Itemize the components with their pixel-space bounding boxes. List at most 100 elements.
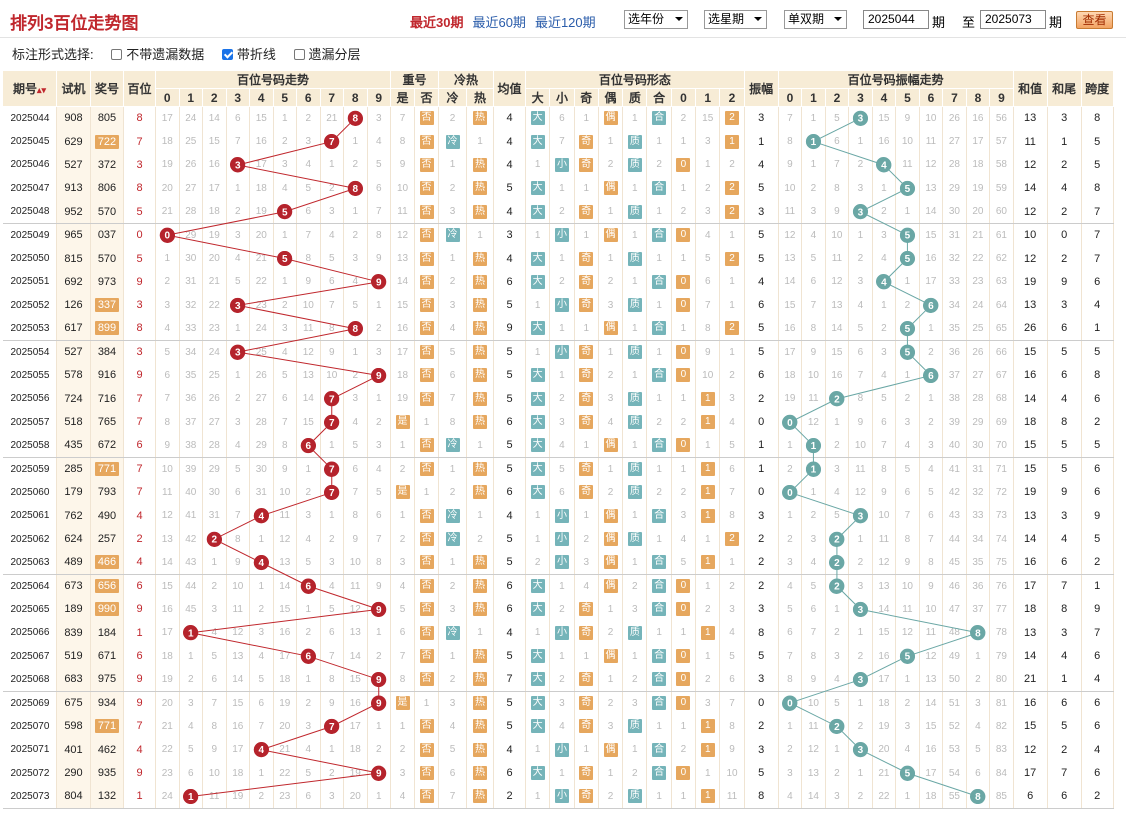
form-cell-7: 6 (695, 270, 721, 294)
week-select[interactable]: 选星期 (704, 10, 767, 29)
amp-trend-cell-5: 5 (895, 644, 920, 668)
form-cell-2: 奇 (574, 246, 599, 271)
period-link-120[interactable]: 最近120期 (535, 15, 596, 30)
sj-cell: 435 (56, 433, 91, 458)
checkbox-polyline[interactable] (221, 49, 233, 60)
trend-cell-5: 5 (273, 363, 297, 388)
trend-cell-6: 6 (296, 784, 321, 809)
from-period-input[interactable]: 2025044 (863, 10, 929, 29)
avg-cell: 4 (493, 200, 526, 224)
form-cell-8-mark: 1 (725, 134, 740, 149)
tail-cell: 6 (1047, 550, 1082, 575)
form-cell-0-mark: 大 (530, 766, 545, 781)
repeat-cell-0: 2 (390, 738, 415, 762)
trend-cell-1: 35 (179, 363, 203, 388)
sub-trend-digit-6: 6 (296, 88, 321, 107)
trend-cell-3: 3 (226, 223, 250, 247)
amp-trend-cell-6: 17 (919, 270, 944, 294)
amp-trend-cell-7: 44 (942, 527, 967, 551)
bw-cell: 4 (123, 550, 156, 575)
form-cell-8: 2 (719, 246, 745, 271)
amp-trend-cell-7: 35 (942, 317, 967, 341)
amp-trend-cell-1: 9 (801, 340, 826, 364)
amp-trend-cell-5-mark: 5 (899, 251, 915, 267)
option-no-missing[interactable]: 不带遗漏数据 (111, 47, 204, 62)
trend-cell-4: 22 (249, 270, 274, 294)
avg-cell: 9 (493, 317, 526, 341)
form-cell-7-mark: 1 (700, 415, 715, 430)
amp-trend-cell-3: 3 (848, 504, 873, 528)
amp-trend-cell-2-mark: 2 (829, 391, 845, 407)
hotcold-cell-0: 5 (438, 738, 467, 762)
query-button[interactable]: 查看 (1076, 11, 1113, 29)
amp-trend-cell-0: 18 (778, 363, 803, 388)
repeat-cell-0: 5 (390, 597, 415, 622)
jh-cell: 037 (90, 223, 124, 247)
trend-cell-0: 20 (155, 176, 180, 201)
trend-cell-0: 17 (155, 106, 180, 130)
trend-cell-7: 4 (320, 223, 344, 247)
form-cell-6: 1 (671, 621, 697, 645)
avg-cell: 5 (493, 550, 526, 575)
amp-trend-cell-5: 5 (895, 317, 920, 341)
form-cell-3: 1 (598, 667, 624, 692)
amp-trend-cell-9: 84 (989, 761, 1014, 785)
trend-cell-9: 2 (367, 738, 391, 762)
hotcold-cell-0: 5 (438, 340, 467, 364)
sub-trend-digit-0: 0 (155, 88, 180, 107)
hotcold-cell-1: 热 (466, 387, 494, 411)
to-period-input[interactable]: 2025073 (980, 10, 1046, 29)
trend-cell-8: 20 (343, 784, 368, 809)
repeat-cell-0: 是 (390, 410, 415, 434)
sum-cell: 17 (1013, 574, 1048, 598)
form-cell-7: 1 (695, 738, 721, 762)
amp-trend-cell-5: 1 (895, 667, 920, 692)
amp-trend-cell-3: 3 (848, 574, 873, 598)
repeat-cell-1: 否 (414, 363, 439, 388)
trend-cell-3: 7 (226, 129, 250, 154)
trend-cell-9: 1 (367, 784, 391, 809)
trend-cell-6-mark: 6 (300, 437, 316, 453)
repeat-cell-1: 否 (414, 738, 439, 762)
trend-cell-0: 0 (155, 223, 180, 247)
repeat-cell-1: 否 (414, 317, 439, 341)
year-select[interactable]: 选年份 (624, 10, 688, 29)
form-cell-6: 0 (671, 597, 697, 622)
sj-cell: 527 (56, 340, 91, 364)
option-layered[interactable]: 遗漏分层 (293, 47, 361, 62)
form-cell-4: 质 (622, 621, 648, 645)
trend-cell-9: 5 (367, 153, 391, 177)
amp-trend-cell-0: 9 (778, 153, 803, 177)
trend-cell-8-mark: 8 (347, 320, 363, 336)
amp-trend-cell-3-mark: 3 (852, 742, 868, 758)
period-link-60[interactable]: 最近60期 (472, 15, 525, 30)
form-cell-6-mark: 0 (676, 649, 691, 664)
trend-cell-0: 2 (155, 270, 180, 294)
table-row: 2025052 126 337 3 3 32 22 3 23 2 10 7 5 1 15 否 3 热 5 1 小奇 3 质 1… (2, 293, 1114, 318)
amp-trend-cell-7: 38 (942, 387, 967, 411)
trend-cell-7: 1 (320, 433, 344, 458)
trend-cell-6: 4 (296, 738, 321, 762)
col-period[interactable]: 期号▴▾ (2, 70, 57, 107)
trend-cell-5: 1 (273, 223, 297, 247)
bw-cell: 4 (123, 504, 156, 528)
trend-cell-0-mark: 0 (159, 227, 175, 243)
form-cell-7: 1 (695, 574, 721, 598)
form-cell-8-mark: 2 (725, 181, 740, 196)
amp-cell: 0 (744, 480, 779, 505)
option-polyline[interactable]: 带折线 (221, 47, 276, 62)
trend-cell-9: 6 (367, 176, 391, 201)
trend-cell-5: 5 (273, 246, 297, 271)
amp-trend-cell-2: 11 (825, 246, 850, 271)
checkbox-layered[interactable] (293, 49, 305, 60)
tail-cell: 6 (1047, 363, 1082, 388)
trend-cell-9: 1 (367, 621, 391, 645)
trend-cell-9: 2 (367, 644, 391, 668)
amp-trend-cell-4: 5 (872, 387, 897, 411)
parity-select[interactable]: 单双期 (784, 10, 847, 29)
repeat-cell-0: 8 (390, 667, 415, 692)
form-cell-6: 0 (671, 223, 697, 247)
period-link-30[interactable]: 最近30期 (410, 15, 463, 30)
amp-trend-cell-1: 1 (801, 153, 826, 177)
checkbox-no-missing[interactable] (111, 49, 123, 60)
